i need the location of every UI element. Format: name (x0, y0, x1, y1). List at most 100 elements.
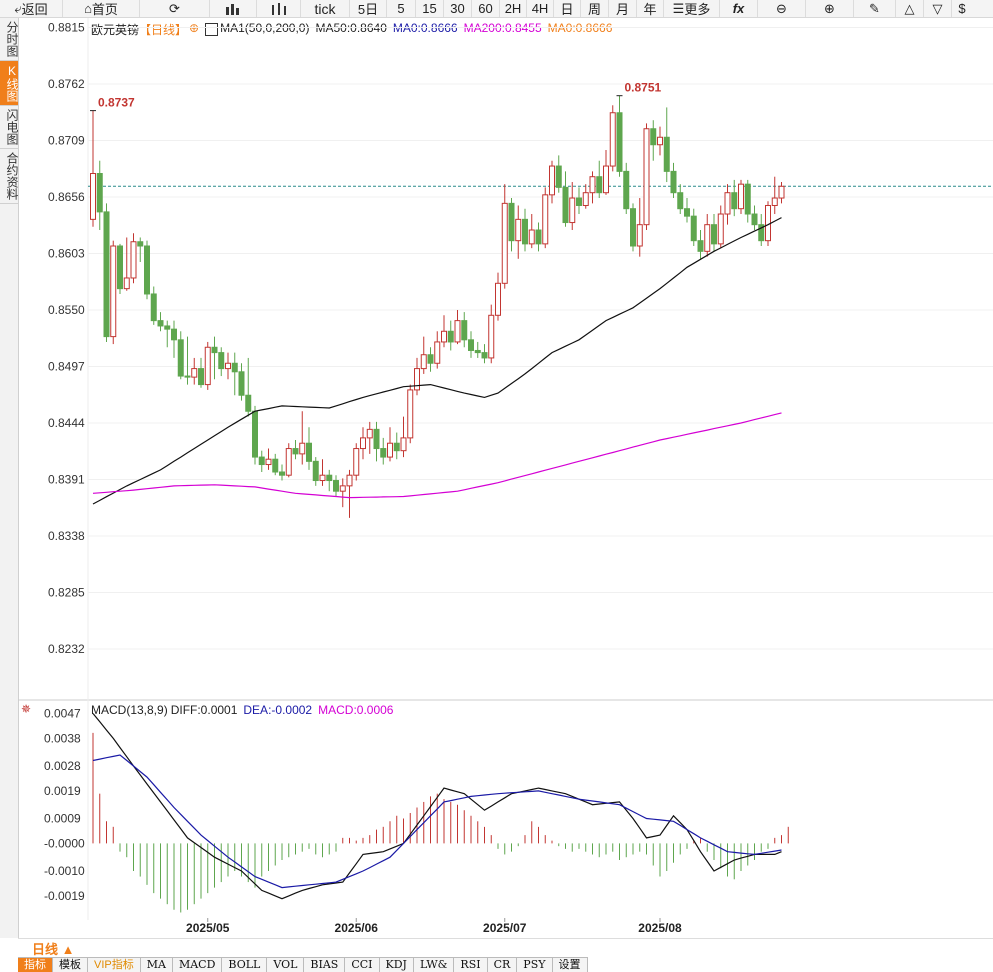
candle-body (434, 341, 441, 364)
candle-body (279, 471, 285, 476)
candle-body (501, 202, 508, 284)
candle-body (515, 218, 522, 242)
candle-body (231, 362, 238, 373)
y-tick-label: 0.8338 (48, 529, 85, 543)
timeframe-row: 日线 ▲ (18, 938, 993, 957)
candle-body (765, 204, 771, 242)
candle-body (285, 448, 292, 476)
candle-body (272, 458, 279, 473)
high-price-label: 0.8751 (625, 81, 662, 95)
candle-body (346, 474, 353, 487)
candle-body (252, 410, 258, 458)
y-tick-label: 0.8232 (48, 642, 85, 656)
macd-y-tick-label: -0.0019 (44, 889, 85, 903)
y-tick-label: 0.8444 (48, 416, 85, 430)
candle-body (144, 245, 150, 295)
candle-body (596, 176, 603, 194)
indicator-tab-10[interactable]: LW& (414, 958, 455, 972)
candle-body (164, 325, 171, 330)
x-tick-label: 2025/08 (638, 921, 682, 935)
macd-y-tick-label: -0.0010 (44, 864, 85, 878)
macd-settings-icon: ✵ (21, 702, 31, 716)
candle-body (724, 192, 731, 215)
indicator-tab-11[interactable]: RSI (454, 958, 488, 972)
candle-body (630, 208, 636, 247)
candle-body (177, 339, 184, 377)
candle-body (258, 456, 265, 466)
candle-body (474, 349, 481, 354)
candle-body (366, 428, 373, 439)
y-tick-label: 0.8391 (48, 472, 85, 486)
candle-body (488, 314, 495, 359)
indicator-tab-13[interactable]: PSY (517, 958, 553, 972)
candle-body (198, 368, 204, 386)
timeframe-label[interactable]: 日线 ▲ (32, 939, 74, 958)
indicator-tab-2[interactable]: VIP指标 (88, 958, 141, 972)
candle-body (306, 442, 312, 462)
candle-body (319, 474, 326, 482)
candle-body (542, 194, 549, 245)
candle-body (603, 165, 609, 194)
y-tick-label: 0.8762 (48, 77, 85, 91)
candle-body (326, 474, 333, 482)
candle-body (420, 354, 427, 370)
candle-body (751, 213, 758, 226)
macd-y-tick-label: 0.0038 (44, 731, 81, 745)
indicator-tab-12[interactable]: CR (488, 958, 518, 972)
candle-body (292, 448, 299, 455)
macd-y-tick-label: 0.0009 (44, 812, 81, 826)
indicator-tab-9[interactable]: KDJ (380, 958, 414, 972)
indicator-tab-7[interactable]: BIAS (304, 958, 346, 972)
y-tick-label: 0.8550 (48, 303, 85, 317)
candle-body (184, 375, 191, 378)
candle-body (414, 368, 420, 391)
candle-body (690, 215, 697, 242)
candle-body (711, 224, 717, 245)
indicator-tab-6[interactable]: VOL (267, 958, 305, 972)
bottom-bar: 日线 ▲ 指标 模板 VIP指标 MA MACD BOLL VOL BIAS CCI KDJ LW&… (18, 938, 993, 972)
candle-body (312, 460, 319, 482)
candle-body (636, 224, 643, 247)
candle-body (677, 192, 684, 210)
candle-body (528, 229, 535, 245)
candle-body (697, 240, 704, 252)
indicator-tab-3[interactable]: MA (141, 958, 173, 972)
candle-body (339, 485, 346, 492)
candle-body (400, 437, 407, 452)
candle-body (225, 362, 231, 370)
candle-body (245, 394, 252, 412)
chart-canvas[interactable]: 0.8815 0.8762 0.8709 0.8656 0.8603 0.8550 0.84… (0, 0, 993, 938)
candle-body (427, 354, 434, 364)
candle-body (684, 208, 690, 217)
candle-body (387, 442, 393, 458)
candle-body (218, 352, 225, 370)
candle-body (771, 197, 778, 206)
candle-body (495, 282, 501, 316)
candle-body (549, 165, 555, 196)
indicator-tab-14[interactable]: 设置 (553, 958, 588, 972)
candle-body (211, 346, 218, 354)
macd-y-tick-label: 0.0028 (44, 759, 81, 773)
candle-body (353, 448, 360, 476)
candle-body (130, 241, 137, 279)
indicator-tab-5[interactable]: BOLL (222, 958, 268, 972)
candle-body (704, 224, 711, 252)
candle-body (441, 330, 447, 343)
y-tick-label: 0.8815 (48, 20, 85, 34)
candle-body (589, 176, 596, 194)
candle-body (461, 320, 468, 341)
candle-body (738, 183, 744, 210)
indicator-tab-0[interactable]: 指标 (18, 958, 53, 972)
y-tick-label: 0.8709 (48, 133, 85, 147)
indicator-tab-8[interactable]: CCI (345, 958, 380, 972)
x-tick-label: 2025/07 (483, 921, 527, 935)
indicator-tab-4[interactable]: MACD (173, 958, 223, 972)
candle-body (150, 293, 157, 322)
indicator-tab-1[interactable]: 模板 (53, 958, 88, 972)
candle-body (468, 339, 474, 351)
candle-body (171, 328, 177, 341)
candle-body (569, 197, 576, 224)
candle-body (522, 218, 528, 245)
candle-body (96, 173, 103, 213)
candle-body (117, 245, 123, 290)
